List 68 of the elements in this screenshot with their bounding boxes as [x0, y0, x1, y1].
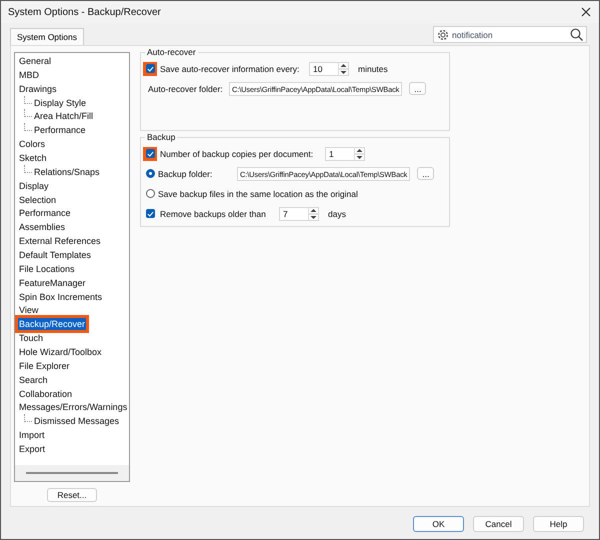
tree-item[interactable]: Drawings [18, 82, 58, 95]
unit-label: days [328, 208, 346, 218]
tree-branch-line [24, 96, 32, 104]
tree-item[interactable]: Colors [18, 138, 46, 150]
tree-item[interactable]: General [18, 54, 52, 67]
tree-item[interactable]: Performance [33, 124, 87, 136]
browse-button[interactable]: ... [417, 167, 434, 180]
tree-item[interactable]: Relations/Snaps [33, 166, 101, 178]
gear-icon [437, 28, 449, 40]
tree-item[interactable]: Performance [18, 207, 72, 220]
close-icon[interactable] [581, 7, 591, 17]
tree-branch-line [24, 414, 32, 422]
window-title: System Options - Backup/Recover [8, 6, 162, 18]
tree-branch-line [24, 123, 32, 132]
tree-item[interactable]: Dismissed Messages [33, 415, 120, 428]
checkbox[interactable] [146, 149, 154, 158]
tree-item[interactable]: File Locations [18, 262, 76, 275]
tree-branch-line [24, 164, 32, 173]
search-field[interactable]: notification [433, 26, 587, 43]
option-label: Number of backup copies per document: [160, 148, 314, 158]
tree-item[interactable]: Sketch [18, 152, 48, 164]
tree-item[interactable]: Touch [18, 332, 44, 344]
tree-item[interactable]: Display [18, 180, 50, 192]
dialog-button[interactable]: Cancel [473, 516, 524, 532]
scrollbar[interactable] [15, 465, 129, 481]
checkbox[interactable] [146, 64, 154, 73]
tree-item[interactable]: External References [18, 235, 102, 248]
unit-label: minutes [358, 64, 388, 74]
tree-item[interactable]: Spin Box Increments [18, 290, 104, 303]
tree-item[interactable]: Assemblies [18, 221, 66, 234]
group-title: Auto-recover [145, 47, 198, 57]
option-label: Remove backups older than [160, 208, 267, 218]
dialog-button[interactable]: Help [533, 516, 584, 532]
search-icon[interactable] [570, 28, 583, 41]
tree-item[interactable]: Selection [18, 194, 58, 206]
tree-item[interactable]: Collaboration [18, 388, 74, 400]
tree-item[interactable]: Messages/Errors/Warnings [18, 401, 128, 414]
spin-arrows-icon[interactable] [338, 62, 348, 76]
spin-arrows-icon[interactable] [308, 206, 318, 220]
tree-item[interactable]: Default Templates [18, 248, 92, 261]
tree-item[interactable]: Export [18, 442, 46, 455]
option-label: Save backup files in the same location as the original [158, 188, 358, 198]
dialog-button[interactable]: OK [413, 516, 464, 532]
radio-button[interactable] [146, 169, 155, 178]
field-label: Auto-recover folder: [147, 84, 224, 94]
tree-item[interactable]: Hole Wizard/Toolbox [18, 346, 103, 358]
tree-item[interactable]: Import [18, 429, 46, 442]
tree-item[interactable]: File Explorer [18, 360, 71, 372]
checkbox[interactable] [146, 209, 154, 218]
spin-arrows-icon[interactable] [354, 146, 364, 160]
option-label: Backup folder: [158, 168, 214, 178]
tree-item[interactable]: Area Hatch/Fill [33, 110, 94, 122]
tree-item[interactable]: Search [18, 374, 49, 386]
group-title: Backup [145, 132, 178, 142]
spin-box[interactable]: 10 [309, 62, 349, 76]
option-label: Save auto-recover information every: [160, 64, 300, 74]
tree-item[interactable]: View [18, 304, 40, 316]
tab[interactable]: System Options [10, 28, 84, 45]
tree-item[interactable]: Display Style [33, 96, 88, 108]
tree-item[interactable]: FeatureManager [18, 276, 87, 289]
tree-branch-line [24, 109, 32, 118]
reset-button[interactable]: Reset... [47, 488, 97, 502]
spin-box[interactable]: 7 [279, 206, 319, 220]
tree-item[interactable]: Backup/Recover [18, 318, 86, 330]
browse-button[interactable]: ... [409, 82, 426, 95]
radio-button[interactable] [146, 189, 155, 198]
tree-item[interactable]: MBD [18, 68, 40, 81]
spin-box[interactable]: 1 [325, 146, 365, 160]
